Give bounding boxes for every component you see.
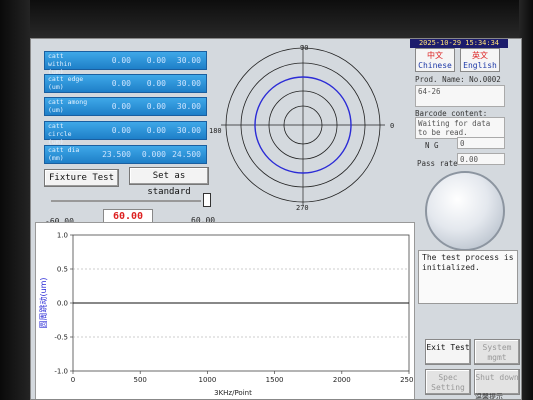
chinese-button-glyph: 中文 xyxy=(427,51,443,60)
param-row-among[interactable]: catt among (um) 0.00 0.00 30.00 xyxy=(44,97,207,116)
chart-x-tick-label: 1000 xyxy=(198,376,216,384)
monitor-bezel-top xyxy=(0,0,533,40)
chart-x-tick-label: 2000 xyxy=(333,376,351,384)
offset-slider-track[interactable] xyxy=(51,200,201,202)
param-row-circle[interactable]: catt circle (um) 0.00 0.00 30.00 xyxy=(44,121,207,146)
param-label: catt dia (mm) xyxy=(48,146,80,162)
chart-y-axis-label: 圆周跳动(um) xyxy=(38,277,48,328)
hmi-screen: catt within (um) 0.00 0.00 30.00 catt ed… xyxy=(30,38,522,400)
polar-label-bottom: 270 xyxy=(296,204,309,212)
param-value-mid: 0.00 xyxy=(146,126,166,135)
runout-chart: 0 500 1000 1500 2000 2500 1.0 0.5 0.0 -0.5 -1.0 3… xyxy=(38,232,418,398)
param-value-min: 0.00 xyxy=(111,56,131,65)
pass-rate-label: Pass rate xyxy=(417,159,458,168)
polar-label-left: 180 xyxy=(209,127,222,135)
polar-label-top: 90 xyxy=(300,44,308,52)
prod-name-field[interactable]: 64-26 xyxy=(415,85,505,107)
english-button-glyph: 英文 xyxy=(472,51,488,60)
chart-y-tick-label: -0.5 xyxy=(54,334,68,342)
runout-chart-panel: 0 500 1000 1500 2000 2500 1.0 0.5 0.0 -0.5 -1.0 3… xyxy=(35,222,418,399)
ng-label: N G xyxy=(425,141,439,150)
chart-y-tick-label: 0.0 xyxy=(57,300,68,308)
chart-y-tick-label: -1.0 xyxy=(54,368,68,376)
fixture-test-button[interactable]: Fixture Test xyxy=(44,169,119,187)
param-label: catt within (um) xyxy=(48,52,72,76)
chart-y-tick-label: 0.5 xyxy=(57,266,68,274)
polar-label-right: 0 xyxy=(390,122,394,130)
spec-setting-button[interactable]: Spec Setting xyxy=(425,369,471,395)
status-indicator-lamp xyxy=(425,171,505,251)
param-value-min: 0.00 xyxy=(111,102,131,111)
param-value-max: 24.500 xyxy=(172,150,201,159)
param-value-min: 0.00 xyxy=(111,79,131,88)
chart-x-axis-label: 3KHz/Point xyxy=(214,389,252,397)
param-value-min: 0.00 xyxy=(111,126,131,135)
chinese-button-label: Chinese xyxy=(418,61,452,70)
ng-count-field: 0 xyxy=(457,137,505,149)
param-label: catt edge (um) xyxy=(48,75,84,91)
param-row-dia[interactable]: catt dia (mm) 23.500 0.000 24.500 xyxy=(44,145,207,164)
param-row-within[interactable]: catt within (um) 0.00 0.00 30.00 xyxy=(44,51,207,76)
chart-x-tick-label: 0 xyxy=(71,376,75,384)
param-value-mid: 0.000 xyxy=(141,150,166,159)
exit-test-button[interactable]: Exit Test xyxy=(425,339,471,365)
english-language-button[interactable]: 英文 English xyxy=(460,48,500,72)
chart-x-tick-label: 1500 xyxy=(266,376,284,384)
barcode-field[interactable]: Waiting for data to be read. xyxy=(415,117,505,139)
set-as-standard-button[interactable]: Set as standard xyxy=(129,167,209,197)
chart-y-tick-label: 1.0 xyxy=(57,232,68,240)
param-value-min: 23.500 xyxy=(102,150,131,159)
param-label: catt among (um) xyxy=(48,98,88,114)
prod-name-label: Prod. Name: No.0002 xyxy=(415,75,501,84)
param-value-mid: 0.00 xyxy=(146,56,166,65)
param-value-mid: 0.00 xyxy=(146,79,166,88)
slider-value-display: 60.00 xyxy=(103,209,153,223)
param-label: catt circle (um) xyxy=(48,122,72,146)
chinese-language-button[interactable]: 中文 Chinese xyxy=(415,48,455,72)
system-mgmt-button[interactable]: System mgmt xyxy=(474,339,520,365)
polar-runout-plot: 90 180 0 270 xyxy=(209,44,394,212)
status-message-box: The test process is initialized. xyxy=(418,250,518,304)
param-value-max: 30.00 xyxy=(176,79,201,88)
param-row-edge[interactable]: catt edge (um) 0.00 0.00 30.00 xyxy=(44,74,207,93)
param-value-max: 30.00 xyxy=(176,56,201,65)
monitor-bezel-left xyxy=(0,0,30,400)
chart-x-tick-label: 2500 xyxy=(400,376,414,384)
datetime-display: 2025-10-29 15:34:34 xyxy=(410,39,508,48)
param-value-max: 30.00 xyxy=(176,126,201,135)
english-button-label: English xyxy=(463,61,497,70)
chart-x-tick-label: 500 xyxy=(134,376,147,384)
param-value-max: 30.00 xyxy=(176,102,201,111)
pass-rate-field: 0.00 xyxy=(457,153,505,165)
param-value-mid: 0.00 xyxy=(146,102,166,111)
bottom-hint-text: 温馨提示 xyxy=(475,393,503,400)
